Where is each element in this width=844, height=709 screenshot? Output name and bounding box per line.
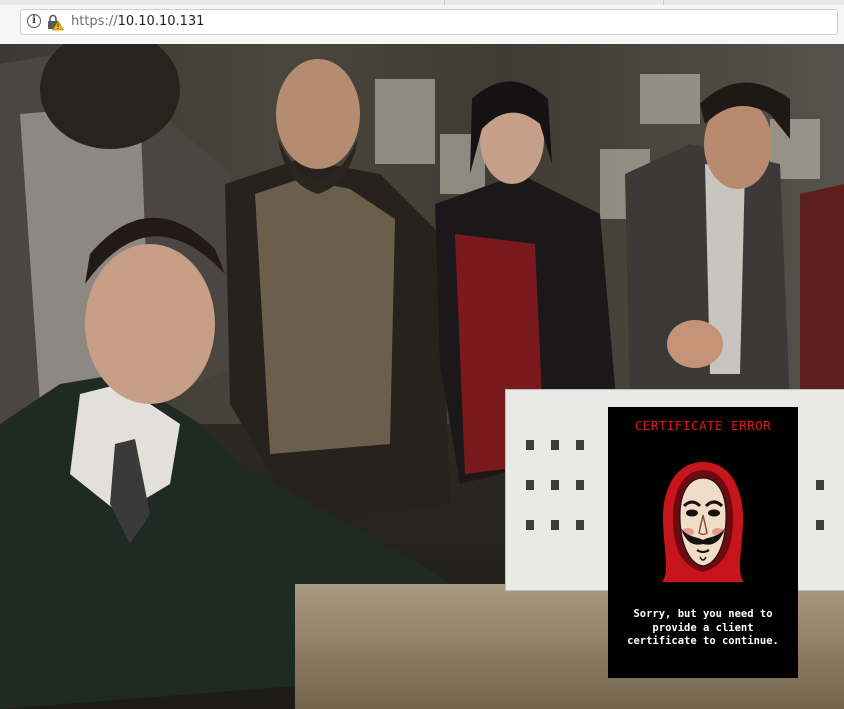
certificate-error-message: Sorry, but you need to provide a client … — [627, 608, 779, 647]
tab-divider — [663, 0, 664, 5]
address-bar[interactable]: i https://10.10.10.131 — [20, 9, 838, 35]
url-host: 10.10.10.131 — [117, 14, 205, 29]
model-window — [526, 440, 534, 450]
model-window — [816, 480, 824, 490]
insecure-lock-warning-icon[interactable] — [46, 13, 64, 31]
url-scheme: https:// — [71, 14, 118, 29]
dali-mask-icon — [662, 462, 744, 582]
url-text[interactable]: https://10.10.10.131 — [71, 14, 204, 29]
info-icon[interactable]: i — [27, 14, 41, 28]
model-window — [576, 440, 584, 450]
model-window — [816, 520, 824, 530]
page-content: CERTIFICATE ERROR Sorry, but you need to… — [0, 44, 844, 709]
tab-strip — [0, 0, 844, 5]
certificate-error-panel: CERTIFICATE ERROR Sorry, but you need to… — [608, 407, 798, 678]
model-window — [526, 480, 534, 490]
model-window — [576, 520, 584, 530]
tab-divider — [444, 0, 445, 5]
model-window — [526, 520, 534, 530]
model-window — [551, 480, 559, 490]
model-window — [551, 520, 559, 530]
model-window — [551, 440, 559, 450]
browser-toolbar: i https://10.10.10.131 — [0, 0, 844, 45]
certificate-error-title: CERTIFICATE ERROR — [634, 418, 772, 433]
model-window — [576, 480, 584, 490]
